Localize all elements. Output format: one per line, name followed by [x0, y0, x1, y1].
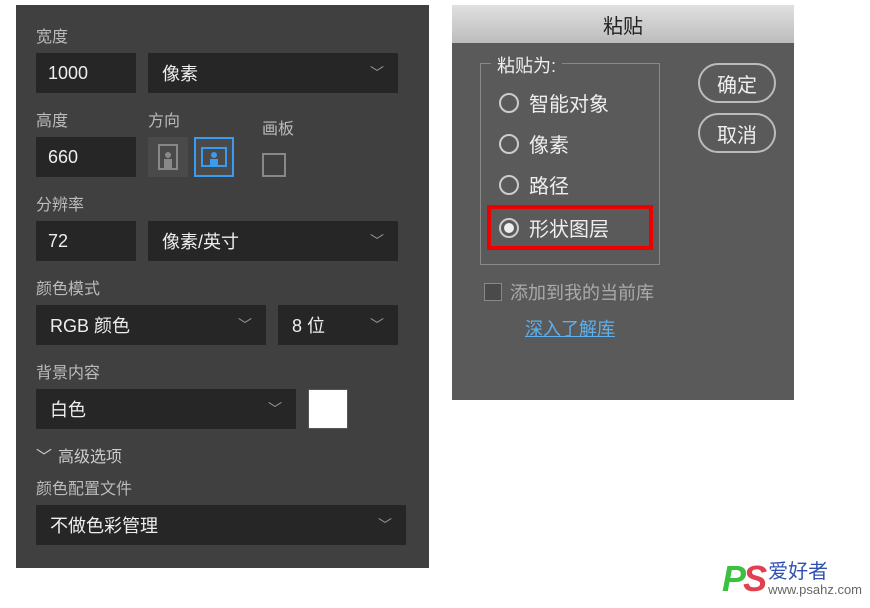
profile-dropdown[interactable]: 不做色彩管理 ﹀: [36, 505, 406, 545]
advanced-toggle[interactable]: ﹀ 高级选项: [36, 443, 409, 467]
orientation-label: 方向: [148, 107, 234, 131]
resolution-unit-dropdown[interactable]: 像素/英寸 ﹀: [148, 221, 398, 261]
ps-logo-icon: PS: [722, 558, 764, 600]
chevron-down-icon: ﹀: [36, 443, 52, 467]
color-mode-label: 颜色模式: [36, 275, 409, 299]
background-dropdown[interactable]: 白色 ﹀: [36, 389, 296, 429]
width-unit-dropdown[interactable]: 像素 ﹀: [148, 53, 398, 93]
new-document-panel: 宽度 . 像素 ﹀ 高度 方向: [16, 5, 429, 568]
height-input[interactable]: [36, 137, 136, 177]
width-label: 宽度: [36, 23, 136, 47]
chevron-down-icon: ﹀: [268, 399, 282, 419]
height-label: 高度: [36, 107, 136, 131]
chevron-down-icon: ﹀: [378, 515, 392, 535]
radio-pixels[interactable]: 像素: [495, 123, 645, 164]
orientation-landscape[interactable]: [194, 137, 234, 177]
ok-button[interactable]: 确定: [698, 63, 776, 103]
radio-label: 智能对象: [529, 88, 609, 117]
cancel-button[interactable]: 取消: [698, 113, 776, 153]
radio-icon: [499, 218, 519, 238]
advanced-label: 高级选项: [58, 443, 122, 467]
chevron-down-icon: ﹀: [370, 231, 384, 251]
watermark: PS 爱好者 www.psahz.com: [722, 558, 862, 600]
profile-label: 颜色配置文件: [36, 475, 409, 499]
orientation-portrait[interactable]: [148, 137, 188, 177]
radio-label: 像素: [529, 129, 569, 158]
chevron-down-icon: ﹀: [370, 315, 384, 335]
checkbox-icon: [484, 283, 502, 301]
color-mode-value: RGB 颜色: [50, 312, 130, 338]
watermark-url: www.psahz.com: [768, 582, 862, 597]
watermark-text: 爱好者: [768, 562, 862, 582]
color-depth-dropdown[interactable]: 8 位 ﹀: [278, 305, 398, 345]
artboard-label: 画板: [262, 115, 294, 139]
dialog-title: 粘贴: [452, 5, 794, 43]
chevron-down-icon: ﹀: [370, 63, 384, 83]
background-color-swatch[interactable]: [308, 389, 348, 429]
paste-as-label: 粘贴为:: [491, 52, 562, 78]
color-mode-dropdown[interactable]: RGB 颜色 ﹀: [36, 305, 266, 345]
radio-label: 形状图层: [529, 213, 609, 242]
paste-as-fieldset: 粘贴为: 智能对象 像素 路径 形状图层: [480, 63, 660, 265]
chevron-down-icon: ﹀: [238, 315, 252, 335]
resolution-input[interactable]: [36, 221, 136, 261]
paste-dialog: 粘贴 确定 取消 粘贴为: 智能对象 像素 路径 形状图层 添: [452, 5, 794, 400]
width-input[interactable]: [36, 53, 136, 93]
background-value: 白色: [50, 396, 86, 422]
artboard-checkbox[interactable]: [262, 153, 286, 177]
resolution-label: 分辨率: [36, 191, 136, 215]
profile-value: 不做色彩管理: [50, 512, 158, 538]
add-to-library-checkbox[interactable]: 添加到我的当前库: [484, 279, 776, 305]
width-unit-value: 像素: [162, 60, 198, 86]
resolution-unit-value: 像素/英寸: [162, 228, 239, 254]
radio-path[interactable]: 路径: [495, 164, 645, 205]
radio-icon: [499, 134, 519, 154]
color-depth-value: 8 位: [292, 312, 325, 338]
radio-label: 路径: [529, 170, 569, 199]
radio-icon: [499, 175, 519, 195]
background-label: 背景内容: [36, 359, 409, 383]
checkbox-label: 添加到我的当前库: [510, 279, 654, 305]
radio-smart-object[interactable]: 智能对象: [495, 82, 645, 123]
radio-shape-layer[interactable]: 形状图层: [487, 205, 653, 250]
radio-icon: [499, 93, 519, 113]
learn-more-link[interactable]: 深入了解库: [480, 315, 660, 341]
